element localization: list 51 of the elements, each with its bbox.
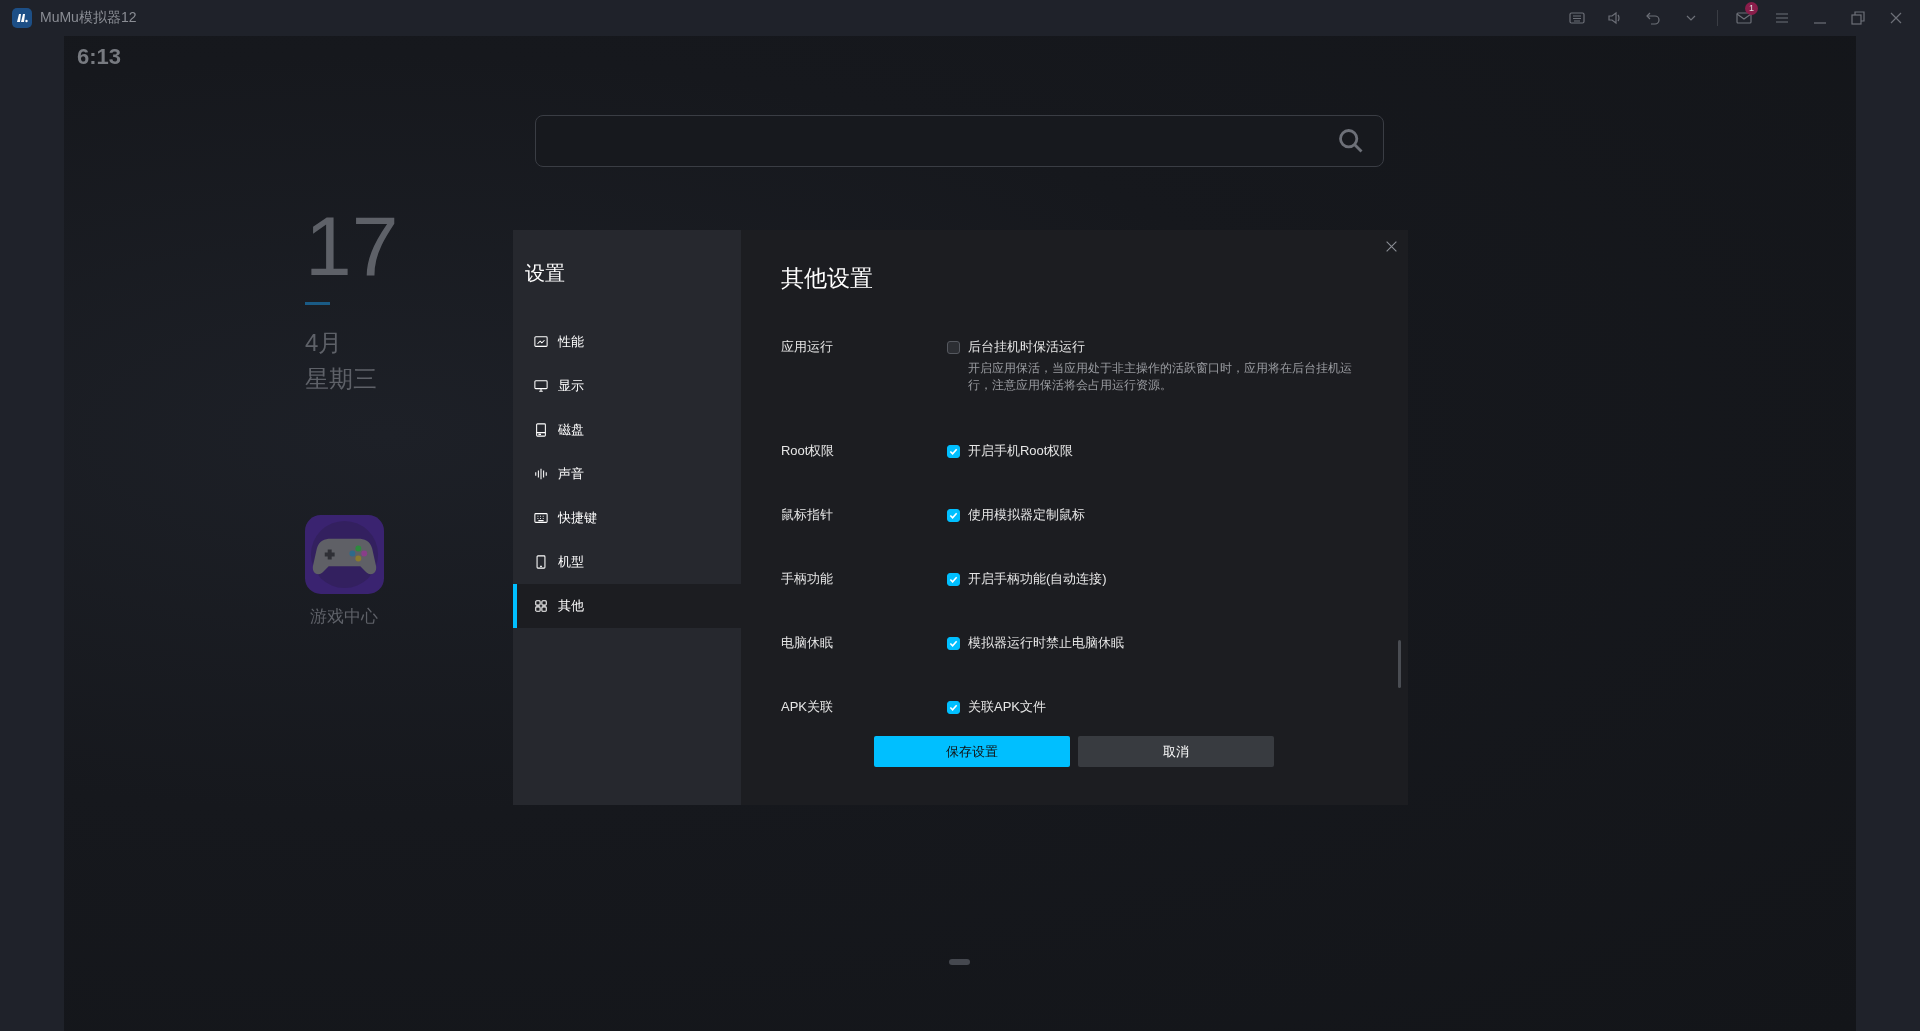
checkbox[interactable]: [946, 636, 960, 650]
setting-label: 应用运行: [780, 338, 834, 356]
section-heading: 其他设置: [780, 264, 874, 293]
settings-title: 设置: [523, 261, 566, 286]
option-label: 使用模拟器定制鼠标: [967, 506, 1085, 524]
checkbox[interactable]: [946, 572, 960, 586]
checkbox[interactable]: [946, 508, 960, 522]
sound-wave-icon: [533, 467, 548, 481]
window-title: MuMu模拟器12: [40, 9, 137, 27]
search-field[interactable]: [534, 115, 1384, 167]
grid-icon: [533, 599, 548, 613]
search-icon: [1336, 127, 1365, 155]
option-label: 开启手柄功能(自动连接): [967, 570, 1107, 588]
nav-item[interactable]: 磁盘: [512, 408, 741, 452]
setting-label: 电脑休眠: [780, 634, 834, 652]
checkbox[interactable]: [946, 700, 960, 714]
chart-icon: [533, 335, 548, 349]
option-label: 模拟器运行时禁止电脑休眠: [967, 634, 1124, 652]
option-label: 开启手机Root权限: [967, 442, 1074, 460]
checkbox[interactable]: [946, 444, 960, 458]
keyboard-icon: [533, 511, 548, 525]
date-weekday: 星期三: [304, 364, 378, 394]
nav-item[interactable]: 其他: [512, 584, 741, 628]
monitor-icon: [533, 379, 548, 393]
nav-item[interactable]: 显示: [512, 364, 741, 408]
setting-label: Root权限: [780, 442, 836, 460]
clock-time: 6:13: [76, 44, 121, 70]
mail-icon: [1736, 10, 1752, 26]
nav-item[interactable]: 性能: [512, 320, 741, 364]
page-indicator: [948, 959, 970, 965]
save-button[interactable]: 保存设置: [874, 736, 1071, 767]
app-icon[interactable]: [304, 515, 384, 597]
phone-icon: [533, 555, 548, 569]
setting-label: APK关联: [780, 698, 834, 716]
nav-item[interactable]: 快捷键: [512, 496, 741, 540]
option-label: 后台挂机时保活运行: [967, 338, 1085, 356]
app-logo-icon: [12, 8, 32, 28]
nav-item[interactable]: 声音: [512, 452, 741, 496]
checkbox[interactable]: [946, 340, 960, 354]
option-label: 关联APK文件: [967, 698, 1046, 716]
option-description: 开启应用保活，当应用处于非主操作的活跃窗口时，应用将在后台挂机运行，注意应用保活将会占用运行资源。: [966, 361, 1353, 393]
setting-label: 鼠标指针: [780, 506, 834, 524]
date-month: 4月: [304, 328, 344, 358]
close-icon: [1384, 240, 1398, 253]
setting-label: 手柄功能: [780, 570, 834, 588]
scrollbar[interactable]: [1397, 640, 1401, 688]
cancel-button[interactable]: 取消: [1078, 736, 1275, 767]
app-label: 游戏中心: [310, 606, 379, 628]
date-day: 17: [304, 204, 399, 288]
nav-item[interactable]: 机型: [512, 540, 741, 584]
notification-badge: 1: [1745, 2, 1758, 15]
